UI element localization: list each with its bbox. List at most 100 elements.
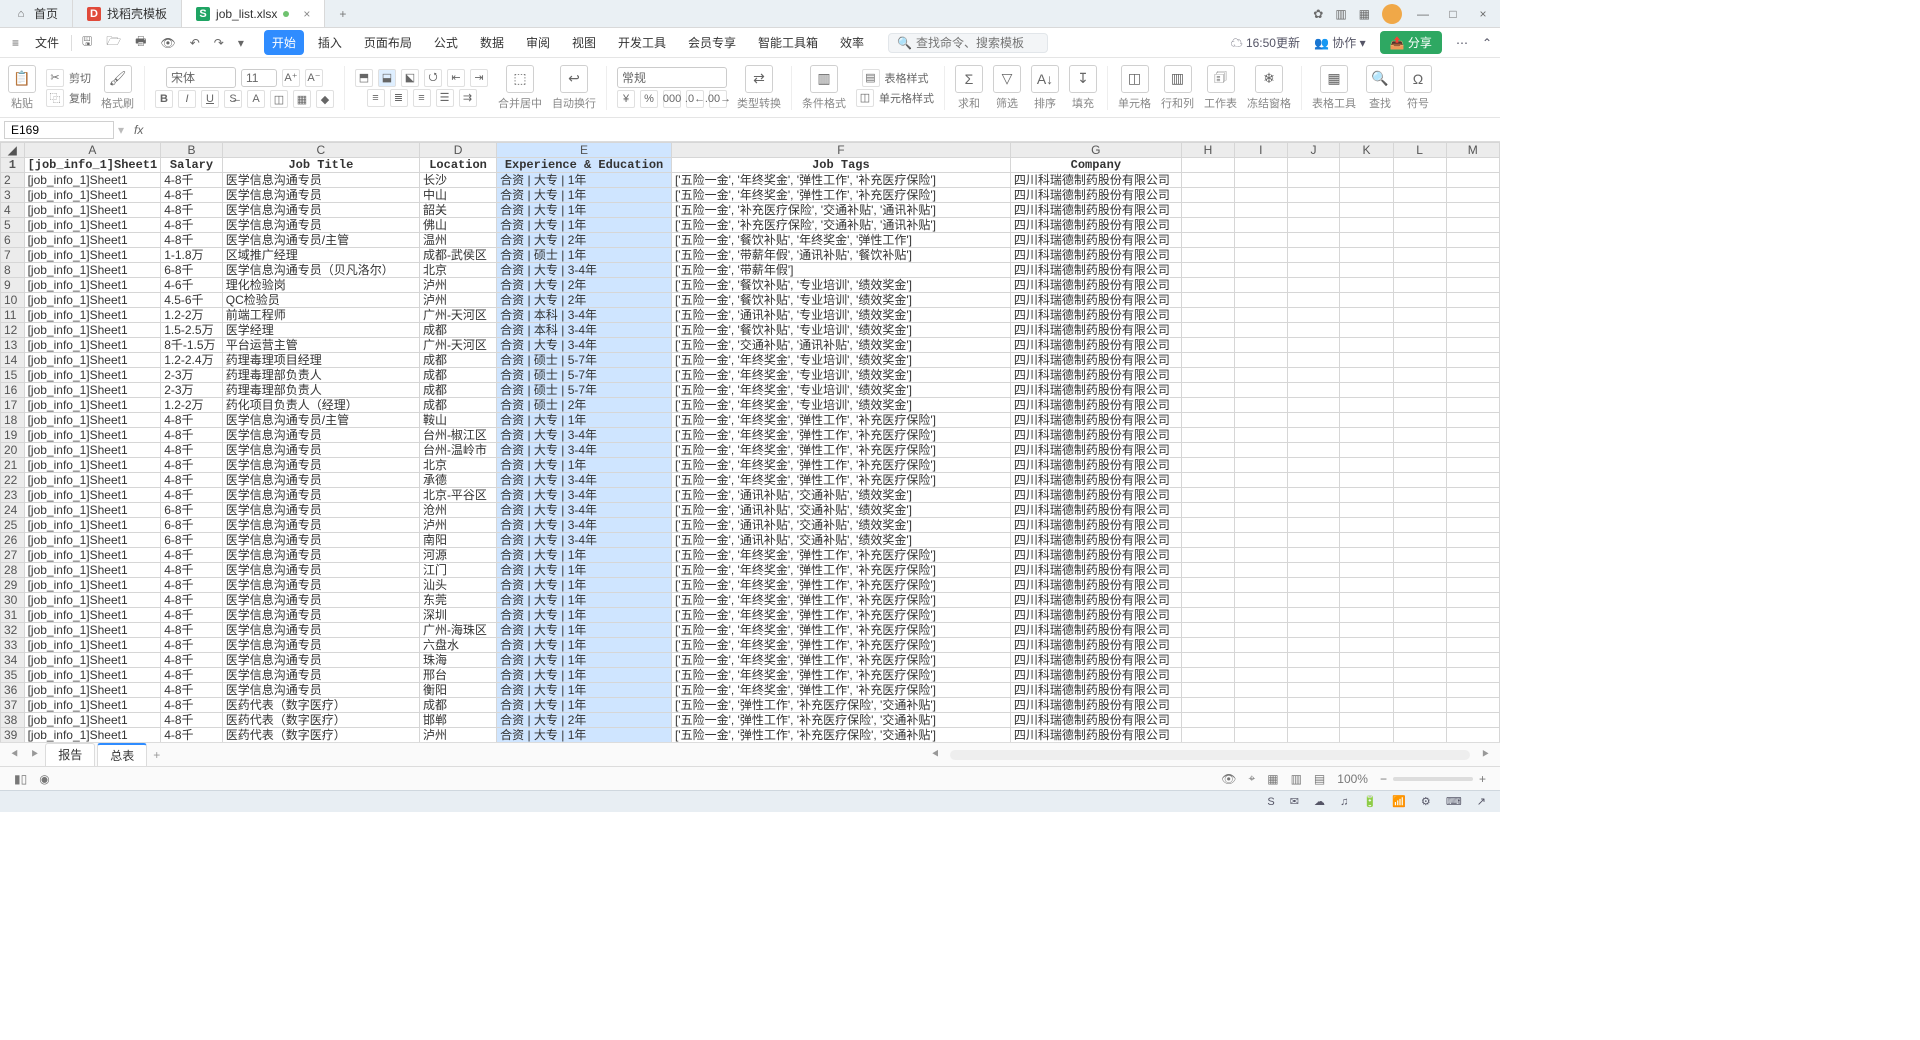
cell[interactable]: 医学信息沟通专员（贝凡洛尔） (222, 263, 419, 278)
cell[interactable]: 1.2-2万 (161, 398, 223, 413)
cell[interactable]: ['五险一金', '年终奖金', '弹性工作', '补充医疗保险'] (671, 548, 1010, 563)
bold-icon[interactable]: B (155, 90, 173, 108)
row-header[interactable]: 36 (1, 683, 25, 698)
cell[interactable] (1287, 293, 1340, 308)
cell[interactable]: [job_info_1]Sheet1 (24, 653, 161, 668)
table-style-icon[interactable]: ▤ (862, 69, 880, 87)
cell[interactable]: 台州-温岭市 (419, 443, 496, 458)
cell[interactable] (1181, 653, 1234, 668)
cell[interactable] (1446, 278, 1499, 293)
cell[interactable] (1340, 428, 1393, 443)
cell[interactable] (1393, 713, 1446, 728)
cell[interactable]: 泸州 (419, 293, 496, 308)
avatar[interactable] (1382, 4, 1402, 24)
cell[interactable]: 广州-天河区 (419, 308, 496, 323)
cell[interactable]: [job_info_1]Sheet1 (24, 713, 161, 728)
menu-item[interactable]: 智能工具箱 (750, 30, 826, 55)
cell[interactable] (1340, 458, 1393, 473)
column-header[interactable]: K (1340, 143, 1393, 158)
cell[interactable]: 六盘水 (419, 638, 496, 653)
cell[interactable] (1446, 398, 1499, 413)
cell[interactable]: 药理毒理部负责人 (222, 383, 419, 398)
cell[interactable]: 合资 | 硕士 | 5-7年 (497, 383, 672, 398)
cell[interactable] (1235, 188, 1288, 203)
align-mid-icon[interactable]: ⬓ (378, 69, 396, 87)
column-header[interactable]: I (1235, 143, 1288, 158)
cell[interactable] (1393, 503, 1446, 518)
cell[interactable]: 四川科瑞德制药股份有限公司 (1010, 368, 1181, 383)
cell[interactable]: 合资 | 大专 | 1年 (497, 638, 672, 653)
cell[interactable]: 合资 | 大专 | 3-4年 (497, 518, 672, 533)
cell[interactable]: 台州-椒江区 (419, 428, 496, 443)
cell[interactable] (1235, 338, 1288, 353)
rtl-icon[interactable]: ⇉ (459, 89, 477, 107)
cell[interactable] (1340, 413, 1393, 428)
cell[interactable] (1287, 353, 1340, 368)
row-header[interactable]: 30 (1, 593, 25, 608)
row-header[interactable]: 23 (1, 488, 25, 503)
cell[interactable]: [job_info_1]Sheet1 (24, 173, 161, 188)
cell[interactable]: ['五险一金', '补充医疗保险', '交通补贴', '通讯补贴'] (671, 203, 1010, 218)
cell[interactable]: 医学信息沟通专员/主管 (222, 233, 419, 248)
cell[interactable]: 成都 (419, 353, 496, 368)
cell[interactable]: 医学信息沟通专员 (222, 443, 419, 458)
cell[interactable] (1393, 683, 1446, 698)
cell[interactable]: ['五险一金', '年终奖金', '弹性工作', '补充医疗保险'] (671, 173, 1010, 188)
cell[interactable] (1181, 308, 1234, 323)
cell[interactable]: 四川科瑞德制药股份有限公司 (1010, 413, 1181, 428)
cell[interactable]: ['五险一金', '通讯补贴', '交通补贴', '绩效奖金'] (671, 503, 1010, 518)
cell[interactable] (1235, 563, 1288, 578)
cell[interactable]: 鞍山 (419, 413, 496, 428)
cell[interactable] (1393, 728, 1446, 743)
cell[interactable]: 合资 | 大专 | 2年 (497, 278, 672, 293)
cell[interactable]: Job Tags (671, 158, 1010, 173)
cell[interactable]: 河源 (419, 548, 496, 563)
cell[interactable]: 4-8千 (161, 713, 223, 728)
cell[interactable] (1446, 638, 1499, 653)
column-header[interactable]: J (1287, 143, 1340, 158)
cell[interactable] (1446, 263, 1499, 278)
indent-dec-icon[interactable]: ⇤ (447, 69, 465, 87)
cell[interactable]: Experience & Education (497, 158, 672, 173)
cell[interactable]: 4-8千 (161, 488, 223, 503)
cell[interactable] (1235, 203, 1288, 218)
cell[interactable] (1446, 428, 1499, 443)
cell[interactable] (1287, 413, 1340, 428)
cell[interactable] (1181, 263, 1234, 278)
cell[interactable] (1235, 428, 1288, 443)
cell[interactable]: [job_info_1]Sheet1 (24, 518, 161, 533)
cell[interactable] (1446, 503, 1499, 518)
row-header[interactable]: 20 (1, 443, 25, 458)
cell[interactable]: 成都 (419, 383, 496, 398)
cell[interactable]: 1.2-2.4万 (161, 353, 223, 368)
cell[interactable]: ['五险一金', '年终奖金', '弹性工作', '补充医疗保险'] (671, 578, 1010, 593)
collab-button[interactable]: 👥 协作 ▾ (1314, 34, 1366, 51)
cell[interactable]: 四川科瑞德制药股份有限公司 (1010, 263, 1181, 278)
cell[interactable] (1340, 293, 1393, 308)
row-header[interactable]: 38 (1, 713, 25, 728)
border-icon[interactable]: ▦ (293, 90, 311, 108)
number-format-select[interactable]: 常规 (617, 67, 727, 88)
cell[interactable] (1287, 338, 1340, 353)
expand-icon[interactable]: ⌃ (1482, 36, 1492, 50)
find-button[interactable]: 🔍 (1366, 65, 1394, 93)
cell[interactable]: 四川科瑞德制药股份有限公司 (1010, 338, 1181, 353)
cell[interactable]: 4-8千 (161, 458, 223, 473)
close-button[interactable]: × (1474, 7, 1492, 21)
row-header[interactable]: 24 (1, 503, 25, 518)
cell[interactable]: 医学信息沟通专员 (222, 503, 419, 518)
cell[interactable] (1181, 383, 1234, 398)
cell[interactable] (1235, 323, 1288, 338)
cell[interactable] (1446, 713, 1499, 728)
cell[interactable] (1446, 683, 1499, 698)
cell[interactable]: ['五险一金', '年终奖金', '弹性工作', '补充医疗保险'] (671, 638, 1010, 653)
cell[interactable] (1340, 713, 1393, 728)
cell[interactable]: 合资 | 大专 | 1年 (497, 623, 672, 638)
cell[interactable]: [job_info_1]Sheet1 (24, 338, 161, 353)
dec-font-icon[interactable]: A⁻ (305, 69, 323, 87)
cell[interactable] (1181, 683, 1234, 698)
cell[interactable]: 合资 | 大专 | 1年 (497, 683, 672, 698)
cell[interactable] (1287, 668, 1340, 683)
cell[interactable]: 6-8千 (161, 263, 223, 278)
cell[interactable]: [job_info_1]Sheet1 (24, 383, 161, 398)
